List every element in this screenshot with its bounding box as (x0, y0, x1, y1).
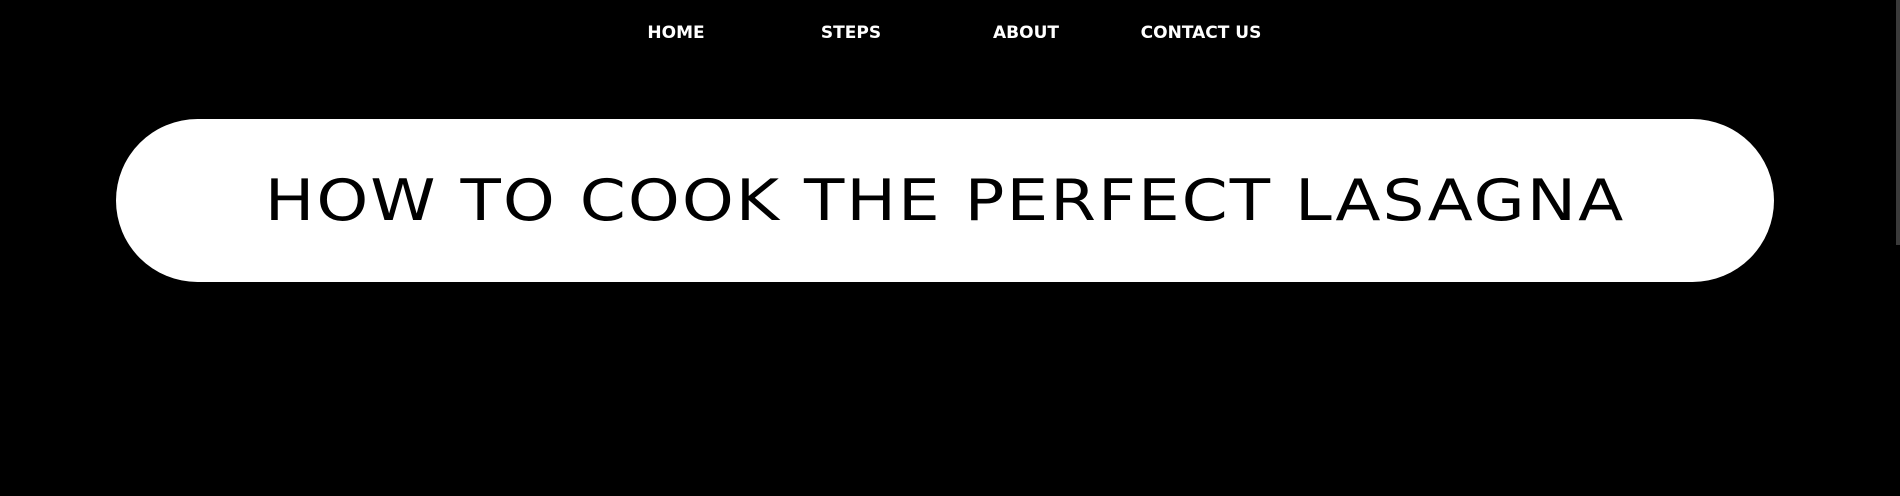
nav-home-link[interactable]: HOME (647, 21, 704, 45)
nav-about-link[interactable]: ABOUT (993, 21, 1059, 45)
scrollbar[interactable] (1896, 0, 1900, 245)
hero-banner: HOW TO COOK THE PERFECT LASAGNA (116, 119, 1774, 282)
page-title: HOW TO COOK THE PERFECT LASAGNA (264, 166, 1626, 234)
nav-steps-link[interactable]: STEPS (821, 21, 881, 45)
nav-contact-link[interactable]: CONTACT US (1141, 21, 1262, 45)
top-nav: HOME STEPS ABOUT CONTACT US (0, 0, 1900, 66)
